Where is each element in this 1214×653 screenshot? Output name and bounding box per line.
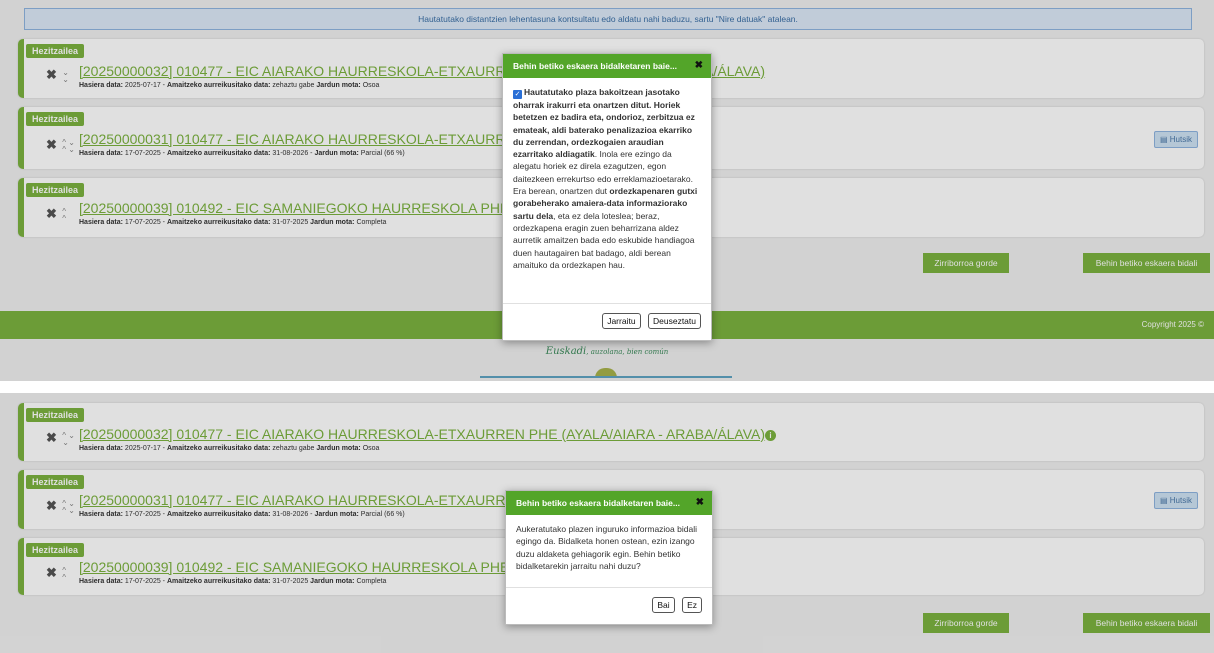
screenshot-bottom: Hezitzailea ✖ ^ ⌄ ⌄ [20250000032] 010477 … bbox=[0, 393, 1214, 653]
modal-title: Behin betiko eskaera bidalketaren baie..… bbox=[513, 61, 677, 71]
modal-header: Behin betiko eskaera bidalketaren baie..… bbox=[506, 491, 712, 515]
confirm-modal: Behin betiko eskaera bidalketaren baie..… bbox=[502, 53, 712, 341]
modal-body: Aukeratutako plazen inguruko informazioa… bbox=[506, 515, 712, 588]
modal-footer: Jarraitu Deuseztatu bbox=[503, 304, 711, 336]
yes-button[interactable]: Bai bbox=[652, 597, 675, 613]
confirm-modal: Behin betiko eskaera bidalketaren baie..… bbox=[505, 490, 713, 625]
modal-header: Behin betiko eskaera bidalketaren baie..… bbox=[503, 54, 711, 78]
close-icon[interactable]: ✖ bbox=[695, 54, 703, 78]
cancel-button[interactable]: Deuseztatu bbox=[648, 313, 701, 329]
modal-body: ✓ Hautatutako plaza bakoitzean jasotako o… bbox=[503, 78, 711, 304]
close-icon[interactable]: ✖ bbox=[696, 491, 704, 515]
modal-footer: Bai Ez bbox=[506, 588, 712, 620]
screenshot-top: Hautatutako distantzien lehentasuna kont… bbox=[0, 0, 1214, 381]
no-button[interactable]: Ez bbox=[682, 597, 702, 613]
continue-button[interactable]: Jarraitu bbox=[602, 313, 641, 329]
accept-checkbox[interactable]: ✓ bbox=[513, 90, 522, 99]
modal-title: Behin betiko eskaera bidalketaren baie..… bbox=[516, 498, 680, 508]
